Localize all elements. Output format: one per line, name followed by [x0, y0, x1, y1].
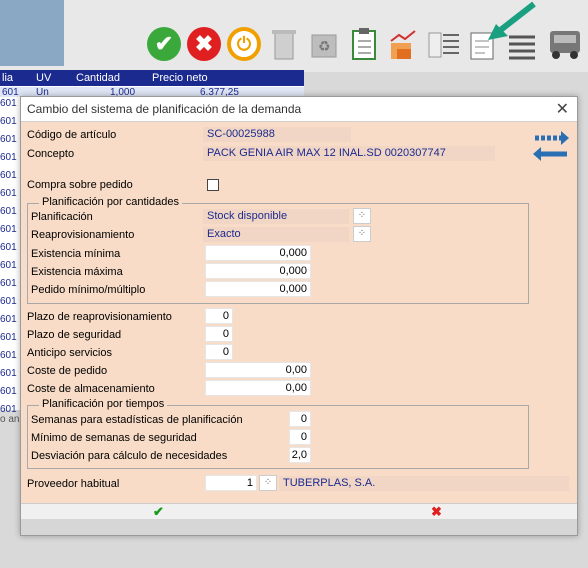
reaprov-field[interactable]: Exacto [203, 227, 349, 242]
plazo-reaprov-label: Plazo de reaprovisionamiento [27, 311, 172, 323]
close-icon[interactable]: ✕ [556, 99, 569, 119]
background-row-prefix: 601 [0, 170, 17, 181]
svg-text:♻: ♻ [318, 38, 331, 54]
accept-toolbar-button[interactable]: ✔ [146, 26, 182, 62]
background-row-prefix: 601 [0, 242, 17, 253]
background-row-prefix: 601 [0, 350, 17, 361]
existencia-max-label: Existencia máxima [31, 266, 123, 278]
group-tiempos-title: Planificación por tiempos [39, 398, 168, 410]
planificacion-field[interactable]: Stock disponible [203, 209, 349, 224]
min-semanas-input[interactable]: 0 [289, 429, 311, 445]
truck-icon [550, 31, 580, 59]
planificacion-label: Planificación [31, 211, 93, 223]
reaprov-picker-icon[interactable]: ⁘ [353, 226, 371, 242]
ok-check-icon[interactable]: ✔ [153, 504, 164, 520]
background-row-prefix: 601 [0, 368, 17, 379]
check-circle-icon: ✔ [147, 27, 181, 61]
x-circle-icon: ✖ [187, 27, 221, 61]
col-header: Precio neto [152, 72, 208, 84]
concepto-field[interactable]: PACK GENIA AIR MAX 12 INAL.SD 0020307747 [203, 146, 495, 161]
background-row-prefix: 601 [0, 314, 17, 325]
background-partial-text: o an [0, 414, 20, 425]
anticipo-input[interactable]: 0 [205, 344, 233, 360]
coste-pedido-label: Coste de pedido [27, 365, 108, 377]
list-icon [428, 32, 459, 58]
power-icon: ⏻ [227, 27, 261, 61]
coste-pedido-input[interactable]: 0,00 [205, 362, 311, 378]
proveedor-picker-icon[interactable]: ⁘ [259, 475, 277, 491]
trash-icon [272, 30, 296, 60]
desviacion-label: Desviación para cálculo de necesidades [31, 450, 228, 462]
background-row-prefix: 601 [0, 188, 17, 199]
exit-toolbar-button[interactable]: ⏻ [226, 26, 262, 62]
plazo-reaprov-input[interactable]: 0 [205, 308, 233, 324]
background-row-prefix: 601 [0, 206, 17, 217]
cancel-toolbar-button[interactable]: ✖ [186, 26, 222, 62]
compra-label: Compra sobre pedido [27, 179, 133, 191]
menu-toolbar-button[interactable] [504, 26, 540, 62]
dialog-titlebar: Cambio del sistema de planificación de l… [21, 97, 577, 122]
background-row-prefix: 601 [0, 278, 17, 289]
semanas-est-label: Semanas para estadísticas de planificaci… [31, 414, 243, 426]
coste-alm-label: Coste de almacenamiento [27, 383, 155, 395]
recycle-toolbar-button[interactable]: ♻ [306, 26, 342, 62]
col-header: Cantidad [76, 72, 121, 84]
background-row-prefix: 601 [0, 134, 17, 145]
background-row-prefix: 601 [0, 332, 17, 343]
swap-arrows-icon[interactable] [531, 129, 571, 163]
background-table-header: lia UV Cantidad Precio neto [0, 70, 304, 86]
app-logo-area [0, 0, 64, 66]
proveedor-label: Proveedor habitual [27, 478, 120, 490]
planning-dialog: Cambio del sistema de planificación de l… [20, 96, 578, 536]
anticipo-label: Anticipo servicios [27, 347, 112, 359]
concepto-label: Concepto [27, 148, 75, 160]
cancel-x-icon[interactable]: ✖ [431, 504, 442, 520]
existencia-min-label: Existencia mínima [31, 248, 121, 260]
background-row-prefix: 601 [0, 116, 17, 127]
proveedor-code-input[interactable]: 1 [205, 475, 257, 491]
truck-toolbar-button[interactable] [546, 26, 582, 62]
existencia-max-input[interactable]: 0,000 [205, 263, 311, 279]
background-row-prefix: 601 [0, 152, 17, 163]
desviacion-input[interactable]: 2,0 [289, 447, 311, 463]
compra-checkbox[interactable] [207, 179, 219, 191]
reaprov-label: Reaprovisionamiento [31, 229, 135, 241]
list-toolbar-button[interactable] [426, 26, 462, 62]
clipboard-toolbar-button[interactable] [346, 26, 382, 62]
col-header: UV [36, 72, 52, 84]
existencia-min-input[interactable]: 0,000 [205, 245, 311, 261]
background-row-prefix: 601 [0, 98, 17, 109]
pedido-min-label: Pedido mínimo/múltiplo [31, 284, 146, 296]
plazo-seg-label: Plazo de seguridad [27, 329, 122, 341]
background-row-prefix: 601 [0, 224, 17, 235]
background-row-prefix: 601 [0, 296, 17, 307]
codigo-label: Código de artículo [27, 129, 117, 141]
clipboard-icon [352, 28, 376, 60]
chart-boxes-icon [390, 30, 416, 59]
dialog-status-bar [21, 519, 577, 535]
background-row-prefix: 601 [0, 386, 17, 397]
dialog-button-bar: ✔ ✖ [21, 503, 577, 520]
background-row-prefix: 601 [0, 260, 17, 271]
pedido-min-input[interactable]: 0,000 [205, 281, 311, 297]
coste-alm-input[interactable]: 0,00 [205, 380, 311, 396]
proveedor-name-field[interactable]: TUBERPLAS, S.A. [279, 476, 569, 491]
planificacion-picker-icon[interactable]: ⁘ [353, 208, 371, 224]
dialog-title: Cambio del sistema de planificación de l… [27, 102, 302, 116]
codigo-field[interactable]: SC-00025988 [203, 127, 351, 142]
chart-toolbar-button[interactable] [386, 26, 422, 62]
menu-lines-icon [509, 35, 535, 60]
semanas-est-input[interactable]: 0 [289, 411, 311, 427]
group-cantidades-title: Planificación por cantidades [39, 196, 182, 208]
min-semanas-label: Mínimo de semanas de seguridad [31, 432, 197, 444]
delete-toolbar-button[interactable] [266, 26, 302, 62]
plazo-seg-input[interactable]: 0 [205, 326, 233, 342]
recycle-icon: ♻ [311, 34, 337, 58]
col-header: lia [2, 72, 14, 84]
